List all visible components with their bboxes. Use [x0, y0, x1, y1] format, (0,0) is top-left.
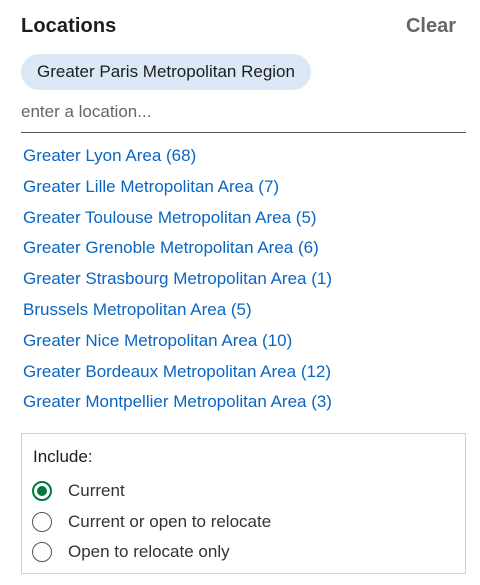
suggestion-item[interactable]: Greater Grenoble Metropolitan Area (6) [23, 233, 332, 264]
panel-title: Locations [21, 14, 117, 37]
locations-filter-panel: Locations Clear Greater Paris Metropolit… [0, 0, 480, 585]
suggestion-item[interactable]: Greater Bordeaux Metropolitan Area (12) [23, 357, 332, 388]
location-search-input[interactable] [21, 96, 466, 128]
suggestion-item[interactable]: Greater Strasbourg Metropolitan Area (1) [23, 264, 332, 295]
option-label: Current [68, 481, 125, 500]
include-options-box: Include: Current Current or open to relo… [21, 433, 466, 574]
radio-button[interactable] [32, 481, 52, 501]
option-label: Current or open to relocate [68, 512, 272, 531]
include-option-current[interactable]: Current [32, 478, 125, 504]
suggestion-item[interactable]: Greater Toulouse Metropolitan Area (5) [23, 203, 332, 234]
location-suggestions-list: Greater Lyon Area (68) Greater Lille Met… [23, 141, 332, 418]
suggestion-item[interactable]: Brussels Metropolitan Area (5) [23, 295, 332, 326]
suggestion-item[interactable]: Greater Lille Metropolitan Area (7) [23, 172, 332, 203]
suggestion-item[interactable]: Greater Lyon Area (68) [23, 141, 332, 172]
clear-button[interactable]: Clear [406, 15, 456, 38]
include-option-current-or-relocate[interactable]: Current or open to relocate [32, 509, 271, 535]
option-label: Open to relocate only [68, 542, 230, 561]
suggestion-item[interactable]: Greater Nice Metropolitan Area (10) [23, 326, 332, 357]
radio-button[interactable] [32, 542, 52, 562]
selected-location-chip[interactable]: Greater Paris Metropolitan Region [21, 54, 311, 90]
include-label: Include: [33, 447, 93, 466]
panel-header: Locations Clear [21, 12, 456, 40]
radio-button[interactable] [32, 512, 52, 532]
location-input-wrapper [21, 96, 466, 133]
suggestion-item[interactable]: Greater Montpellier Metropolitan Area (3… [23, 387, 332, 418]
include-option-relocate-only[interactable]: Open to relocate only [32, 539, 230, 565]
